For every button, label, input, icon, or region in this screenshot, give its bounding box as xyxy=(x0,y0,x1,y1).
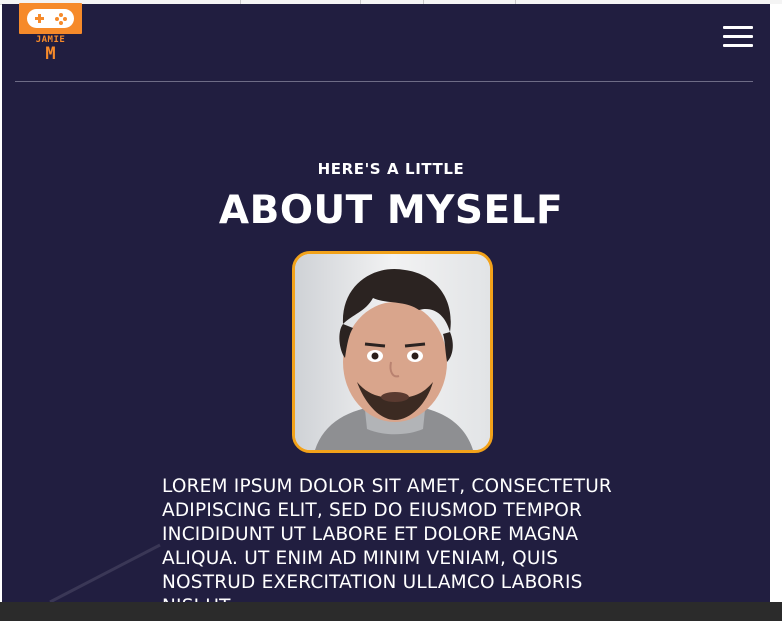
gamepad-icon xyxy=(27,9,74,28)
logo-badge xyxy=(19,3,82,34)
profile-photo xyxy=(292,251,493,453)
menu-bar xyxy=(723,44,753,47)
page-gutter xyxy=(770,4,782,621)
bottom-bar xyxy=(0,602,782,621)
section-heading: ABOUT MYSELF xyxy=(218,188,564,233)
header-divider xyxy=(15,81,753,82)
site-logo[interactable]: JAMIE M xyxy=(19,3,82,64)
section-eyebrow: HERE'S A LITTLE xyxy=(317,160,465,178)
about-bio: LOREM IPSUM DOLOR SIT AMET, CONSECTETUR … xyxy=(162,476,612,617)
hamburger-menu-icon[interactable] xyxy=(720,24,756,50)
menu-bar xyxy=(723,26,753,29)
profile-portrait xyxy=(295,254,490,450)
logo-initial: M xyxy=(45,44,56,64)
logo-wordmark: JAMIE M xyxy=(19,36,82,63)
menu-bar xyxy=(723,35,753,38)
